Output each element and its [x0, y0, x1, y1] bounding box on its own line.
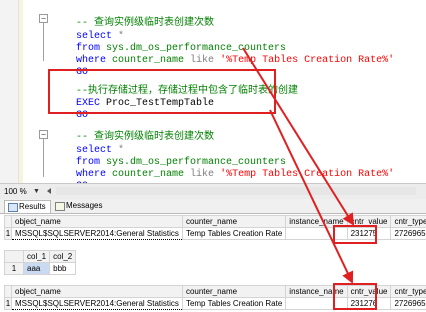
fold-guide — [43, 139, 44, 177]
code-line: from sys.dm_os_performance_counters — [52, 145, 286, 168]
editor-change-bar — [19, 0, 23, 183]
grid-header-row: col_1 col_2 — [4, 250, 77, 263]
grid-cell[interactable]: Temp Tables Creation Rate — [181, 227, 287, 240]
column-header[interactable]: counter_name — [181, 285, 287, 298]
sql-text: counter_name — [106, 169, 191, 180]
code-line: GO — [52, 55, 88, 78]
code-line: GO — [52, 169, 88, 183]
message-icon — [55, 202, 65, 211]
cntr-value-highlight-box-1 — [333, 225, 377, 244]
column-header[interactable]: col_1 — [22, 250, 51, 263]
grid-corner[interactable] — [4, 215, 12, 228]
horizontal-scrollbar[interactable] — [56, 187, 416, 195]
column-header[interactable]: cntr_type — [390, 215, 426, 228]
chevron-down-icon[interactable]: ▼ — [33, 184, 40, 199]
fold-collapse-icon[interactable]: − — [39, 14, 48, 23]
grid-cell[interactable]: MSSQL$SQLSERVER2014:General Statistics — [11, 227, 183, 240]
table-row: 1 aaa bbb — [4, 262, 77, 275]
sql-string: '%Temp Tables Creation Rate%' — [220, 55, 395, 66]
code-line: -- 查询实例级临时表创建次数 — [52, 120, 214, 143]
sql-operator: like — [190, 55, 215, 66]
column-header[interactable]: cntr_type — [390, 285, 426, 298]
code-line: from sys.dm_os_performance_counters — [52, 31, 286, 54]
result-tabs: Results Messages — [0, 199, 426, 214]
fold-guide — [43, 23, 44, 61]
tab-label: Results — [19, 202, 46, 211]
grid-corner[interactable] — [4, 285, 12, 298]
code-line: where counter_name like '%Temp Tables Cr… — [52, 157, 394, 180]
fold-collapse-icon[interactable]: − — [39, 130, 48, 139]
grid-cell[interactable]: 272696576 — [390, 227, 426, 240]
grid-corner[interactable] — [4, 250, 24, 263]
grid-cell[interactable]: aaa — [22, 262, 51, 275]
result-grid-2: col_1 col_2 1 aaa bbb — [4, 250, 77, 275]
zoom-select[interactable]: 100 % — [4, 184, 27, 199]
grid-cell[interactable]: Temp Tables Creation Rate — [181, 297, 287, 310]
row-number[interactable]: 1 — [4, 227, 12, 240]
row-number[interactable]: 1 — [4, 297, 12, 310]
sql-operator: like — [190, 169, 215, 180]
code-line: -- 查询实例级临时表创建次数 — [52, 6, 214, 29]
code-line: select * — [52, 133, 124, 156]
grid-icon — [8, 203, 18, 212]
tab-results[interactable]: Results — [4, 200, 51, 213]
column-header[interactable]: col_2 — [49, 250, 77, 263]
column-header[interactable]: object_name — [11, 215, 183, 228]
sql-string: '%Temp Tables Creation Rate%' — [220, 169, 395, 180]
scroll-left-icon[interactable] — [47, 188, 51, 194]
sql-editor[interactable]: − − -- 查询实例级临时表创建次数 select * from sys.dm… — [0, 0, 426, 183]
zoom-bar: 100 % ▼ — [0, 183, 426, 200]
grid-cell[interactable]: MSSQL$SQLSERVER2014:General Statistics — [11, 297, 183, 310]
row-number[interactable]: 1 — [4, 262, 24, 275]
tab-messages[interactable]: Messages — [52, 200, 106, 212]
code-line: select * — [52, 19, 124, 42]
tab-label: Messages — [66, 201, 103, 210]
sql-text: counter_name — [106, 55, 191, 66]
cntr-value-highlight-box-2 — [333, 283, 377, 310]
editor-gutter — [0, 0, 19, 183]
grid-cell[interactable]: 272696576 — [390, 297, 426, 310]
grid-cell[interactable]: bbb — [49, 262, 77, 275]
column-header[interactable]: counter_name — [181, 215, 287, 228]
code-line: where counter_name like '%Temp Tables Cr… — [52, 43, 394, 66]
column-header[interactable]: object_name — [11, 285, 183, 298]
exec-highlight-box — [48, 69, 276, 114]
